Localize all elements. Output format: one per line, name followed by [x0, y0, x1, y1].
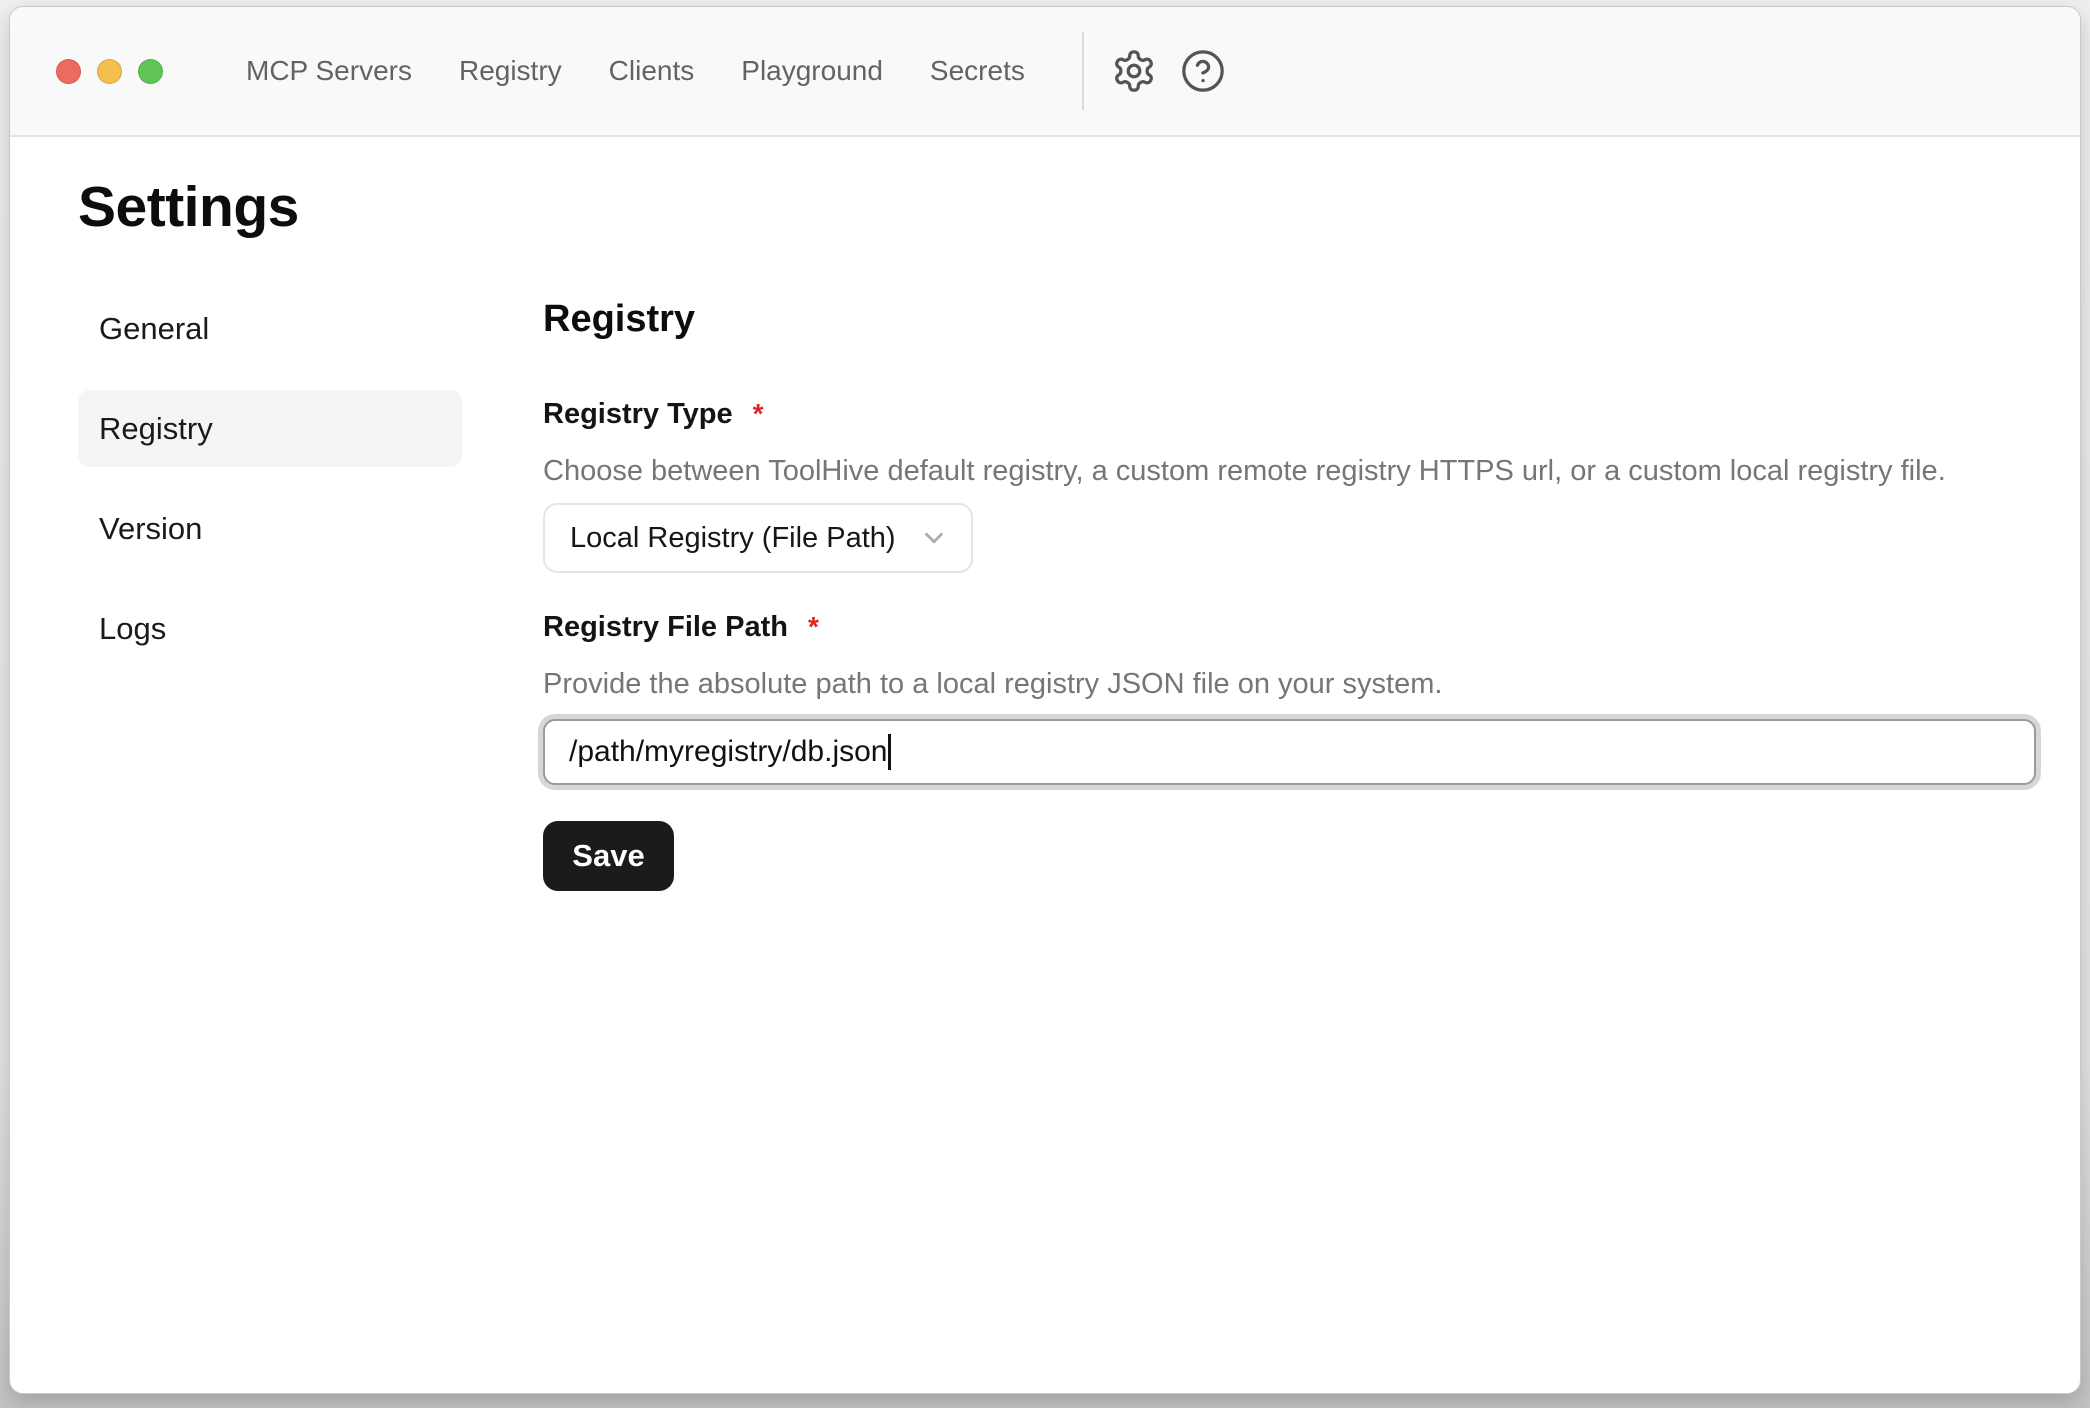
registry-type-selected-value: Local Registry (File Path) [570, 522, 896, 555]
nav-item-registry[interactable]: Registry [459, 57, 562, 85]
registry-file-path-label-text: Registry File Path [543, 609, 788, 645]
registry-file-path-value: /path/myregistry/db.json [569, 735, 887, 769]
settings-button[interactable] [1110, 47, 1158, 95]
nav-item-playground[interactable]: Playground [741, 57, 883, 85]
close-button[interactable] [56, 59, 81, 84]
registry-type-select[interactable]: Local Registry (File Path) [543, 503, 973, 573]
nav-item-mcp-servers[interactable]: MCP Servers [246, 57, 412, 85]
required-asterisk: * [808, 609, 819, 645]
titlebar: MCP Servers Registry Clients Playground … [10, 7, 2080, 137]
sidebar-item-registry[interactable]: Registry [78, 390, 462, 467]
registry-file-path-description: Provide the absolute path to a local reg… [543, 666, 2036, 702]
gear-icon [1111, 48, 1157, 94]
titlebar-divider [1082, 32, 1084, 110]
registry-type-description: Choose between ToolHive default registry… [543, 453, 2036, 489]
required-asterisk: * [753, 396, 764, 432]
chevron-down-icon [919, 523, 949, 553]
sidebar-item-version[interactable]: Version [78, 490, 462, 567]
registry-type-label-text: Registry Type [543, 396, 733, 432]
app-window: MCP Servers Registry Clients Playground … [9, 6, 2081, 1394]
minimize-button[interactable] [97, 59, 122, 84]
save-button[interactable]: Save [543, 821, 674, 891]
nav-item-clients[interactable]: Clients [609, 57, 695, 85]
help-circle-icon [1180, 48, 1226, 94]
help-button[interactable] [1179, 47, 1227, 95]
window-controls [56, 59, 163, 84]
registry-file-path-input[interactable]: /path/myregistry/db.json [543, 719, 2036, 785]
settings-content: General Registry Version Logs Registry R… [10, 290, 2080, 891]
sidebar-item-logs[interactable]: Logs [78, 590, 462, 667]
text-cursor [888, 734, 891, 770]
registry-settings-panel: Registry Registry Type * Choose between … [543, 290, 2036, 891]
nav-item-secrets[interactable]: Secrets [930, 57, 1025, 85]
registry-type-label: Registry Type * [543, 396, 2036, 432]
sidebar-item-general[interactable]: General [78, 290, 462, 367]
settings-sidebar: General Registry Version Logs [78, 290, 462, 891]
section-heading: Registry [543, 296, 2036, 342]
registry-file-path-label: Registry File Path * [543, 609, 2036, 645]
page-title: Settings [78, 165, 2080, 250]
zoom-button[interactable] [138, 59, 163, 84]
top-nav: MCP Servers Registry Clients Playground … [246, 57, 1025, 85]
